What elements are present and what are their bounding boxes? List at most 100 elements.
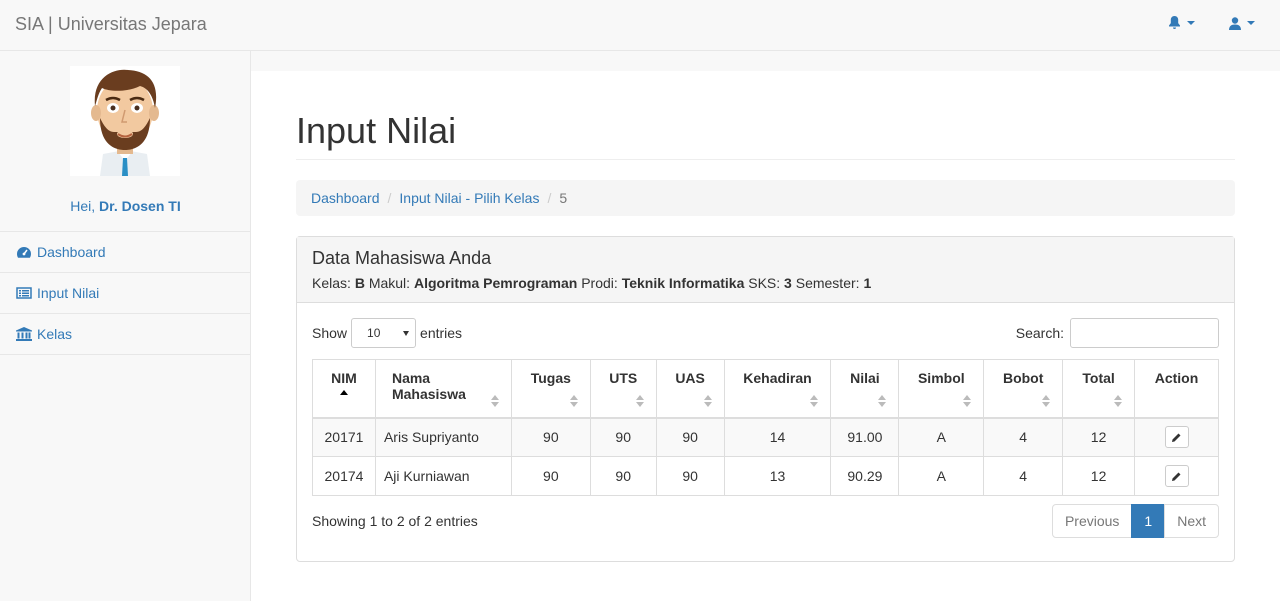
page-header: Input Nilai bbox=[296, 111, 1235, 160]
cell-uts: 90 bbox=[589, 456, 657, 496]
header-label: Total bbox=[1082, 370, 1115, 386]
th-kehadiran[interactable]: Kehadiran bbox=[723, 359, 832, 419]
search-control: Search: bbox=[1016, 318, 1219, 348]
breadcrumb-current: 5 bbox=[559, 190, 568, 206]
sort-icon bbox=[1042, 394, 1051, 407]
kelas-value: B bbox=[354, 275, 365, 291]
cell-uas: 90 bbox=[655, 417, 725, 457]
th-uas[interactable]: UAS bbox=[655, 359, 725, 419]
search-label: Search: bbox=[1015, 325, 1064, 341]
sort-icon bbox=[569, 394, 578, 407]
cell-uts: 90 bbox=[589, 417, 657, 457]
table-row: 20174 Aji Kurniawan 90 90 90 13 90.29 A … bbox=[312, 456, 1219, 496]
cell-kehadiran: 14 bbox=[723, 417, 832, 457]
cell-nilai: 91.00 bbox=[830, 417, 900, 457]
cell-total: 12 bbox=[1062, 456, 1136, 496]
breadcrumb-dashboard[interactable]: Dashboard bbox=[311, 190, 380, 206]
panel-title: Data Mahasiswa Anda bbox=[312, 248, 492, 268]
sidebar-item-label: Input Nilai bbox=[37, 285, 100, 301]
cell-simbol: A bbox=[898, 456, 985, 496]
nav-right bbox=[1168, 16, 1255, 30]
breadcrumb-pilih-kelas[interactable]: Input Nilai - Pilih Kelas bbox=[399, 190, 539, 206]
panel-heading: Data Mahasiswa Anda Kelas: B Makul: Algo… bbox=[297, 237, 1234, 303]
sort-icon bbox=[878, 394, 887, 407]
header-label: Simbol bbox=[917, 370, 965, 386]
table-info: Showing 1 to 2 of 2 entries bbox=[312, 513, 478, 529]
semester-label: Semester: bbox=[791, 275, 864, 291]
th-nim[interactable]: NIM bbox=[312, 359, 376, 419]
avatar bbox=[70, 66, 180, 176]
sort-icon bbox=[490, 394, 499, 407]
greeting: Hei, Dr. Dosen TI bbox=[0, 198, 251, 214]
semester-value: 1 bbox=[863, 275, 872, 291]
header-label: NIM bbox=[331, 370, 357, 386]
sidebar-item-kelas[interactable]: Kelas bbox=[0, 314, 250, 355]
th-nama[interactable]: Nama Mahasiswa bbox=[374, 359, 512, 419]
pencil-icon bbox=[1172, 472, 1181, 481]
cell-nim: 20174 bbox=[312, 456, 376, 496]
sks-value: 3 bbox=[784, 275, 792, 291]
breadcrumb-separator: / bbox=[547, 190, 552, 206]
next-button[interactable]: Next bbox=[1164, 504, 1219, 538]
makul-value: Algoritma Pemrograman bbox=[413, 275, 578, 291]
th-total[interactable]: Total bbox=[1062, 359, 1136, 419]
sort-icon bbox=[963, 394, 972, 407]
main-content: Input Nilai Dashboard / Input Nilai - Pi… bbox=[251, 71, 1280, 601]
chevron-down-icon bbox=[1187, 21, 1195, 25]
sort-icon bbox=[810, 394, 819, 407]
table-header-row: NIM Nama Mahasiswa Tugas UTS UAS Kehadir… bbox=[312, 359, 1219, 419]
sort-icon bbox=[1114, 394, 1123, 407]
sidebar-menu: Dashboard Input Nilai Kelas bbox=[0, 231, 250, 355]
class-info: Kelas: B Makul: Algoritma Pemrograman Pr… bbox=[312, 275, 1219, 291]
dashboard-icon bbox=[17, 247, 32, 258]
cell-nim: 20171 bbox=[312, 417, 376, 457]
kelas-label: Kelas: bbox=[312, 275, 355, 291]
cell-bobot: 4 bbox=[983, 456, 1064, 496]
cell-bobot: 4 bbox=[983, 417, 1064, 457]
header-label: UTS bbox=[609, 370, 638, 386]
brand-title[interactable]: SIA | Universitas Jepara bbox=[15, 14, 207, 35]
chevron-down-icon bbox=[1247, 21, 1255, 25]
sort-icon bbox=[635, 394, 644, 407]
breadcrumb-separator: / bbox=[387, 190, 392, 206]
breadcrumb: Dashboard / Input Nilai - Pilih Kelas / … bbox=[296, 180, 1235, 216]
cell-total: 12 bbox=[1062, 417, 1136, 457]
header-label: UAS bbox=[675, 370, 705, 386]
cell-simbol: A bbox=[898, 417, 985, 457]
edit-button[interactable] bbox=[1164, 465, 1189, 487]
pagination: Previous 1 Next bbox=[1051, 504, 1219, 538]
th-simbol[interactable]: Simbol bbox=[898, 359, 985, 419]
makul-label: Makul: bbox=[364, 275, 414, 291]
user-name: Dr. Dosen TI bbox=[99, 198, 181, 214]
page-1-button[interactable]: 1 bbox=[1131, 504, 1166, 538]
entries-length-control: Show 10 entries bbox=[312, 318, 462, 348]
sort-icon bbox=[703, 394, 712, 407]
entries-select[interactable]: 10 bbox=[351, 318, 417, 348]
sidebar: Hei, Dr. Dosen TI Dashboard Input Nilai … bbox=[0, 51, 251, 601]
header-label: Bobot bbox=[1002, 370, 1044, 386]
search-input[interactable] bbox=[1070, 318, 1219, 348]
students-table: NIM Nama Mahasiswa Tugas UTS UAS Kehadir… bbox=[312, 359, 1219, 496]
page-title: Input Nilai bbox=[296, 110, 457, 151]
notifications-dropdown[interactable] bbox=[1168, 16, 1195, 30]
cell-tugas: 90 bbox=[510, 456, 591, 496]
cell-tugas: 90 bbox=[510, 417, 591, 457]
header-label: Kehadiran bbox=[743, 370, 812, 386]
th-bobot[interactable]: Bobot bbox=[983, 359, 1064, 419]
user-dropdown[interactable] bbox=[1229, 16, 1255, 30]
edit-button[interactable] bbox=[1164, 426, 1189, 449]
table-row: 20171 Aris Supriyanto 90 90 90 14 91.00 … bbox=[312, 417, 1219, 457]
greeting-prefix: Hei, bbox=[70, 198, 100, 214]
previous-button[interactable]: Previous bbox=[1051, 504, 1133, 538]
cell-action bbox=[1134, 456, 1219, 496]
th-uts[interactable]: UTS bbox=[589, 359, 657, 419]
top-navbar: SIA | Universitas Jepara bbox=[0, 0, 1280, 51]
th-tugas[interactable]: Tugas bbox=[510, 359, 591, 419]
sort-asc-icon bbox=[339, 390, 348, 395]
sidebar-item-dashboard[interactable]: Dashboard bbox=[0, 232, 250, 273]
header-label: Nilai bbox=[850, 370, 880, 386]
prodi-value: Teknik Informatika bbox=[621, 275, 745, 291]
header-label: Nama Mahasiswa bbox=[391, 370, 466, 402]
sidebar-item-input-nilai[interactable]: Input Nilai bbox=[0, 273, 250, 314]
th-nilai[interactable]: Nilai bbox=[830, 359, 900, 419]
